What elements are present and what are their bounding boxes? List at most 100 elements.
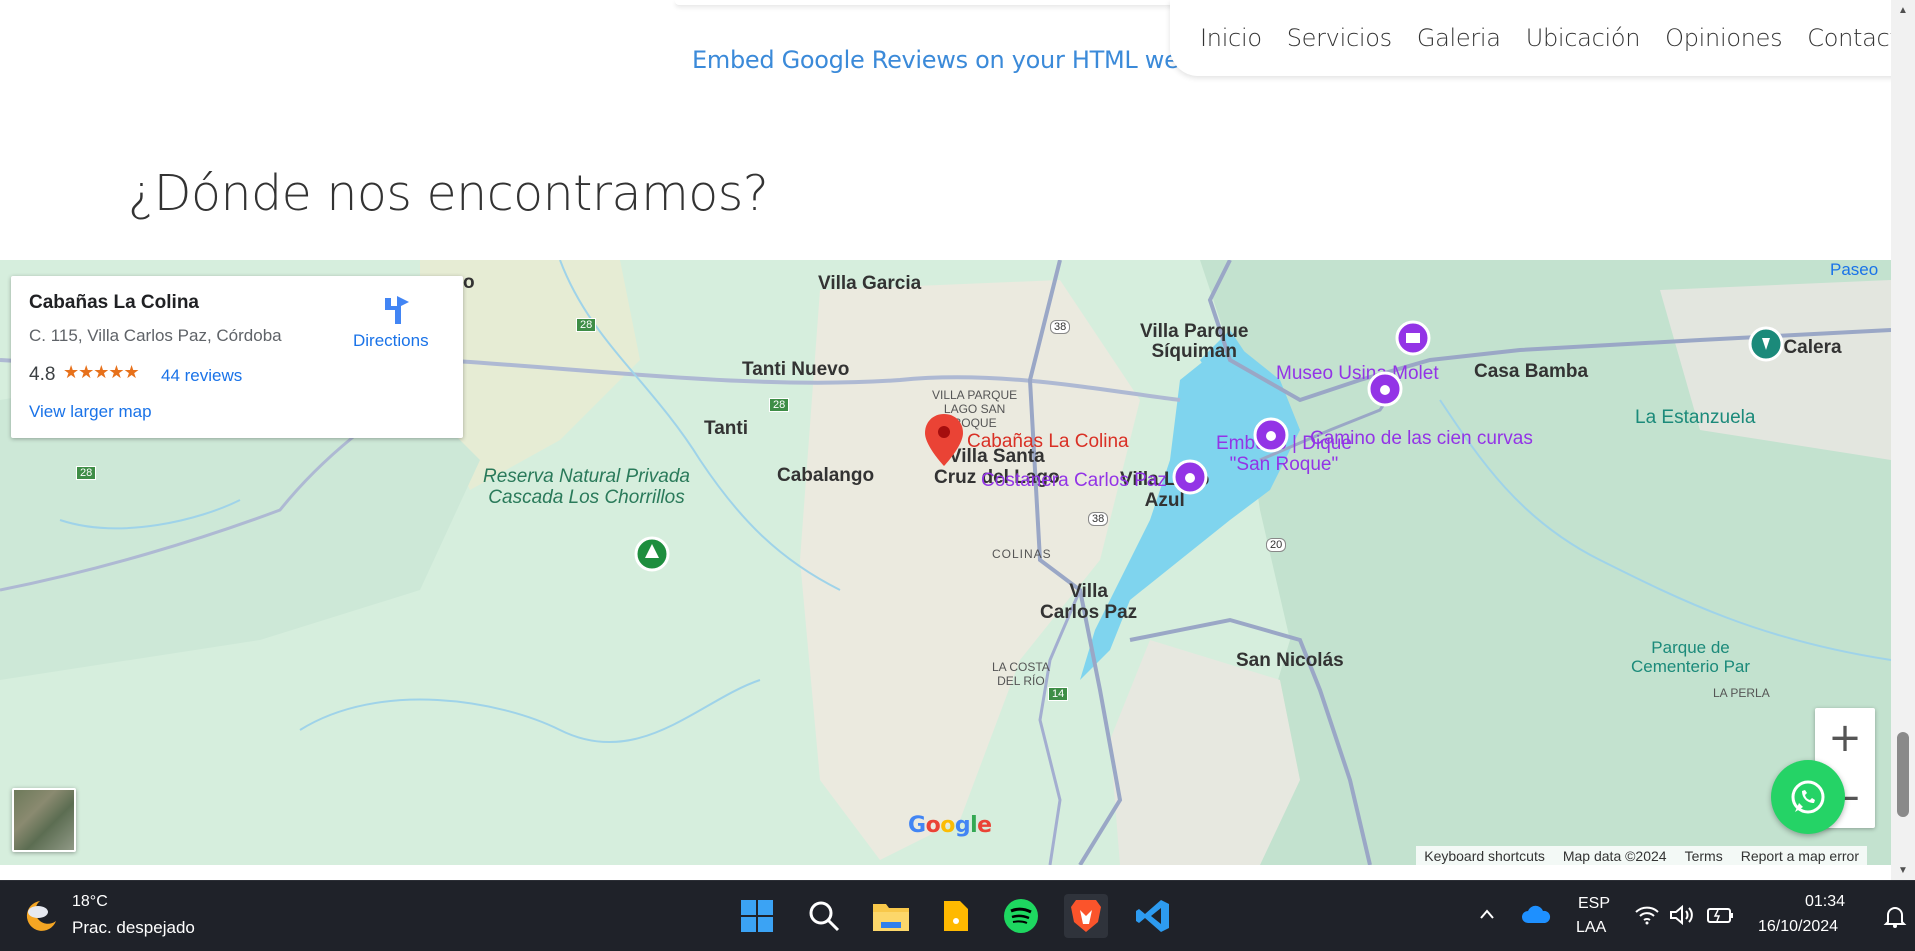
- terms-link[interactable]: Terms: [1685, 848, 1723, 864]
- volume-icon[interactable]: [1669, 904, 1695, 926]
- weather-temperature: 18°C: [72, 893, 108, 910]
- map-label-cabalango: Cabalango: [777, 465, 875, 486]
- museum-icon[interactable]: [1395, 320, 1431, 356]
- map-label-parque-cementerio[interactable]: Parque de Cementerio Par: [1631, 638, 1750, 676]
- google-logo-letter: G: [908, 813, 926, 838]
- rating-stars: ★★★★★: [63, 362, 140, 382]
- spotify-button[interactable]: [999, 894, 1043, 938]
- rating-value: 4.8: [29, 364, 56, 385]
- map-label-tanti-nuevo: Tanti Nuevo: [742, 359, 850, 380]
- folder-icon: [873, 904, 909, 931]
- map-label-camino[interactable]: Camino de las cien curvas: [1310, 428, 1533, 450]
- language-indicator[interactable]: ESP: [1578, 895, 1610, 913]
- directions-label[interactable]: Directions: [353, 331, 429, 351]
- route-shield-14: 14: [1048, 687, 1069, 701]
- la-costa-line2: DEL RÍO: [997, 674, 1045, 688]
- map-label-reserva[interactable]: Reserva Natural Privada Cascada Los Chor…: [483, 466, 690, 508]
- keyboard-layout-indicator[interactable]: LAA: [1576, 919, 1606, 937]
- review-widget-edge: [675, 0, 1195, 6]
- nav-servicios[interactable]: Servicios: [1287, 24, 1392, 52]
- clock-time[interactable]: 01:34: [1805, 893, 1845, 911]
- embed-reviews-link[interactable]: Embed Google Reviews on your HTML websit…: [692, 46, 1236, 74]
- search-button[interactable]: [802, 894, 846, 938]
- webpage: Embed Google Reviews on your HTML websit…: [0, 0, 1891, 880]
- notes-app-button[interactable]: [934, 894, 978, 938]
- place-info-card: Cabañas La Colina C. 115, Villa Carlos P…: [11, 276, 463, 438]
- carlos-paz-line2: Carlos Paz: [1040, 602, 1138, 623]
- map-attribution: Keyboard shortcuts Map data ©2024 Terms …: [1416, 846, 1867, 865]
- map-label-villa-garcia: Villa Garcia: [818, 273, 922, 294]
- route-shield-38: 38: [1050, 320, 1071, 334]
- clock-date[interactable]: 16/10/2024: [1758, 918, 1838, 936]
- onedrive-cloud-icon[interactable]: [1521, 903, 1551, 925]
- notification-bell-icon[interactable]: [1883, 905, 1907, 929]
- navbar: Inicio Servicios Galeria Ubicación Opini…: [1170, 0, 1891, 76]
- tree-icon[interactable]: [634, 536, 670, 572]
- map-label-villa-carlos-paz: Villa Carlos Paz: [1040, 581, 1137, 623]
- page-scrollbar[interactable]: ▲ ▼: [1891, 0, 1915, 880]
- section-title: ¿Dónde nos encontramos?: [128, 165, 769, 222]
- map-label-museo[interactable]: Museo Usina Molet: [1276, 363, 1439, 385]
- camera-icon[interactable]: [1367, 371, 1403, 407]
- map-label-partial: o: [463, 272, 475, 293]
- map-label-la-estanzuela[interactable]: La Estanzuela: [1635, 407, 1755, 429]
- google-logo-letter: o: [940, 813, 955, 838]
- route-shield-20: 20: [1266, 538, 1287, 552]
- whatsapp-button[interactable]: [1771, 760, 1845, 834]
- nav-ubicacion[interactable]: Ubicación: [1526, 24, 1641, 52]
- directions-icon[interactable]: [379, 294, 413, 328]
- satellite-toggle[interactable]: [12, 788, 76, 852]
- nav-contacto[interactable]: Contacto: [1807, 24, 1891, 52]
- weather-description: Prac. despejado: [72, 918, 195, 937]
- battery-icon[interactable]: [1706, 904, 1734, 926]
- place-name: Cabañas La Colina: [29, 292, 199, 313]
- chevron-up-icon[interactable]: [1478, 906, 1496, 924]
- parque-cem-line1: Parque de: [1651, 638, 1730, 657]
- keyboard-shortcuts-link[interactable]: Keyboard shortcuts: [1424, 848, 1545, 864]
- map-label-costanera[interactable]: Costanera Carlos Paz: [981, 470, 1167, 492]
- scroll-down-arrow[interactable]: ▼: [1891, 860, 1915, 880]
- reviews-link[interactable]: 44 reviews: [161, 366, 242, 386]
- google-logo-letter: g: [954, 813, 971, 838]
- map-pin-label[interactable]: Cabañas La Colina: [967, 431, 1129, 453]
- whatsapp-icon: [1791, 780, 1825, 814]
- scroll-up-arrow[interactable]: ▲: [1891, 0, 1915, 20]
- zoom-in-button[interactable]: +: [1815, 708, 1875, 768]
- view-larger-map-link[interactable]: View larger map: [29, 402, 152, 422]
- siquiman-line2: Síquiman: [1151, 341, 1237, 362]
- brave-browser-button[interactable]: [1064, 894, 1108, 938]
- place-address: C. 115, Villa Carlos Paz, Córdoba: [29, 326, 282, 345]
- route-shield-28: 28: [576, 318, 597, 332]
- vscode-button[interactable]: [1131, 894, 1175, 938]
- camera-icon[interactable]: [1172, 459, 1208, 495]
- nav-galeria[interactable]: Galeria: [1417, 24, 1501, 52]
- nav-inicio[interactable]: Inicio: [1200, 24, 1262, 52]
- windows-logo-icon: [741, 900, 773, 932]
- carlos-paz-line1: Villa: [1069, 581, 1108, 602]
- wifi-icon[interactable]: [1634, 904, 1660, 926]
- nav-opiniones[interactable]: Opiniones: [1665, 24, 1782, 52]
- report-error-link[interactable]: Report a map error: [1741, 848, 1859, 864]
- map-label-la-costa: LA COSTA DEL RÍO: [992, 660, 1050, 688]
- start-button[interactable]: [735, 894, 779, 938]
- embudo-line2: "San Roque": [1229, 454, 1339, 475]
- google-logo-letter: e: [977, 813, 992, 838]
- siquiman-line1: Villa Parque: [1140, 321, 1249, 342]
- reserva-line2: Cascada Los Chorrillos: [488, 487, 685, 508]
- scroll-thumb[interactable]: [1897, 732, 1909, 817]
- weather-icon[interactable]: [20, 895, 62, 937]
- map-label-la-perla: LA PERLA: [1713, 686, 1770, 700]
- camera-icon[interactable]: [1253, 417, 1289, 453]
- park-icon[interactable]: [1748, 326, 1784, 362]
- location-pin-icon[interactable]: [925, 414, 963, 466]
- villa-parque-lago-line1: VILLA PARQUE: [932, 388, 1018, 402]
- brave-lion-icon: [1071, 900, 1101, 932]
- reserva-line1: Reserva Natural Privada: [483, 466, 690, 487]
- spotify-icon: [1004, 899, 1038, 933]
- route-shield-38: 38: [1088, 512, 1109, 526]
- vscode-icon: [1136, 900, 1169, 932]
- file-explorer-button[interactable]: [869, 894, 913, 938]
- map-label-paseo: Paseo: [1830, 260, 1879, 279]
- map-label-casa-bamba: Casa Bamba: [1474, 361, 1589, 382]
- map-data-text: Map data ©2024: [1562, 848, 1667, 864]
